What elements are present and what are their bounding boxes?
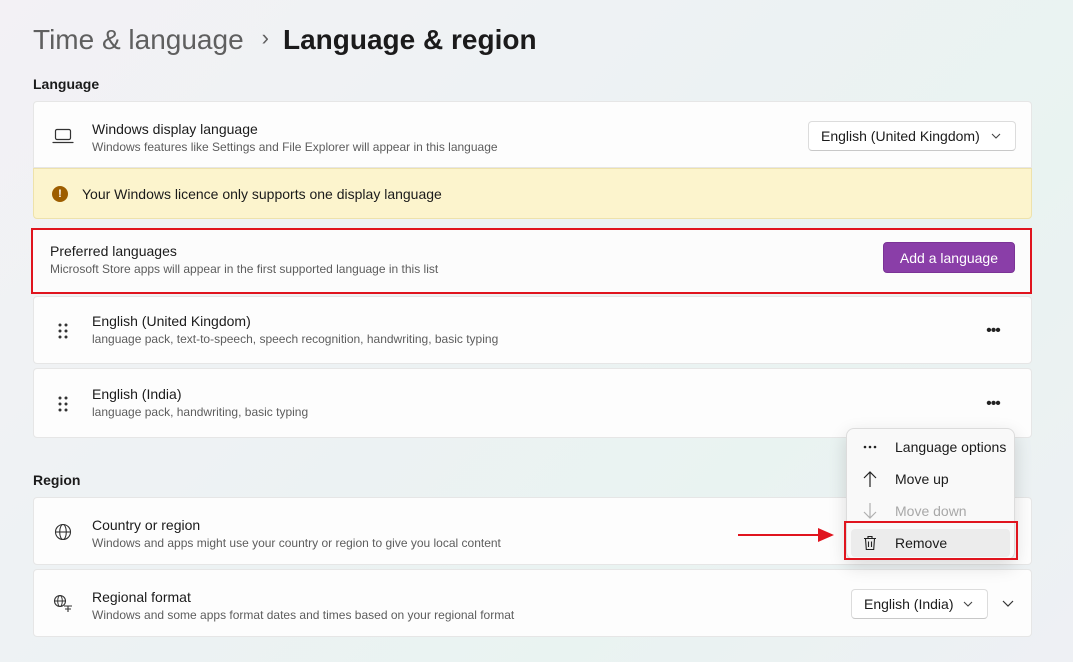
language-features: language pack, handwriting, basic typing	[92, 405, 309, 419]
display-language-subtitle: Windows features like Settings and File …	[92, 140, 498, 154]
breadcrumb: Time & language › Language & region	[33, 18, 537, 62]
annotation-arrow-head-icon	[818, 528, 834, 542]
breadcrumb-parent[interactable]: Time & language	[33, 24, 244, 56]
regional-format-icon	[52, 593, 74, 615]
drag-handle-icon[interactable]	[52, 320, 74, 342]
highlight-box-remove	[844, 521, 1018, 560]
menu-item-move-up[interactable]: Move up	[851, 465, 1010, 493]
more-icon	[861, 438, 879, 456]
display-language-title: Windows display language	[92, 121, 258, 137]
section-title-language: Language	[33, 76, 100, 92]
country-region-title: Country or region	[92, 517, 201, 533]
regional-format-value: English (India)	[864, 596, 954, 612]
chevron-down-icon	[991, 130, 1003, 142]
menu-item-label: Language options	[895, 439, 1007, 455]
regional-format-title: Regional format	[92, 589, 191, 605]
highlight-box-preferred	[31, 228, 1032, 294]
language-name: English (United Kingdom)	[92, 313, 251, 329]
laptop-icon	[52, 125, 74, 147]
license-warning-text: Your Windows licence only supports one d…	[82, 185, 442, 202]
expand-chevron-icon[interactable]	[1002, 598, 1016, 608]
menu-item-label: Move down	[895, 503, 967, 519]
drag-handle-icon[interactable]	[52, 393, 74, 415]
menu-item-label: Move up	[895, 471, 949, 487]
page-title: Language & region	[282, 24, 537, 55]
chevron-down-icon	[963, 598, 975, 610]
more-options-icon[interactable]: •••	[981, 319, 1005, 343]
regional-format-dropdown[interactable]: English (India)	[851, 589, 988, 619]
menu-item-language-options[interactable]: Language options	[851, 433, 1010, 461]
license-warning: ! Your Windows licence only supports one…	[33, 168, 1032, 219]
chevron-right-icon: ›	[261, 25, 269, 50]
globe-icon	[52, 521, 74, 543]
warning-icon: !	[52, 185, 68, 202]
regional-format-subtitle: Windows and some apps format dates and t…	[92, 608, 515, 622]
section-title-region: Region	[33, 472, 81, 488]
arrow-up-icon	[861, 470, 879, 488]
regional-format-card[interactable]: Regional format Windows and some apps fo…	[33, 569, 1032, 637]
language-features: language pack, text-to-speech, speech re…	[92, 332, 499, 346]
more-options-icon[interactable]: •••	[981, 392, 1005, 416]
arrow-down-icon	[861, 502, 879, 520]
country-region-subtitle: Windows and apps might use your country …	[92, 536, 501, 550]
display-language-card: Windows display language Windows feature…	[33, 101, 1032, 168]
display-language-dropdown[interactable]: English (United Kingdom)	[808, 121, 1016, 151]
language-name: English (India)	[92, 386, 182, 402]
annotation-arrow-line	[738, 534, 818, 536]
display-language-value: English (United Kingdom)	[821, 128, 980, 144]
language-item[interactable]: English (United Kingdom) language pack, …	[33, 296, 1032, 364]
